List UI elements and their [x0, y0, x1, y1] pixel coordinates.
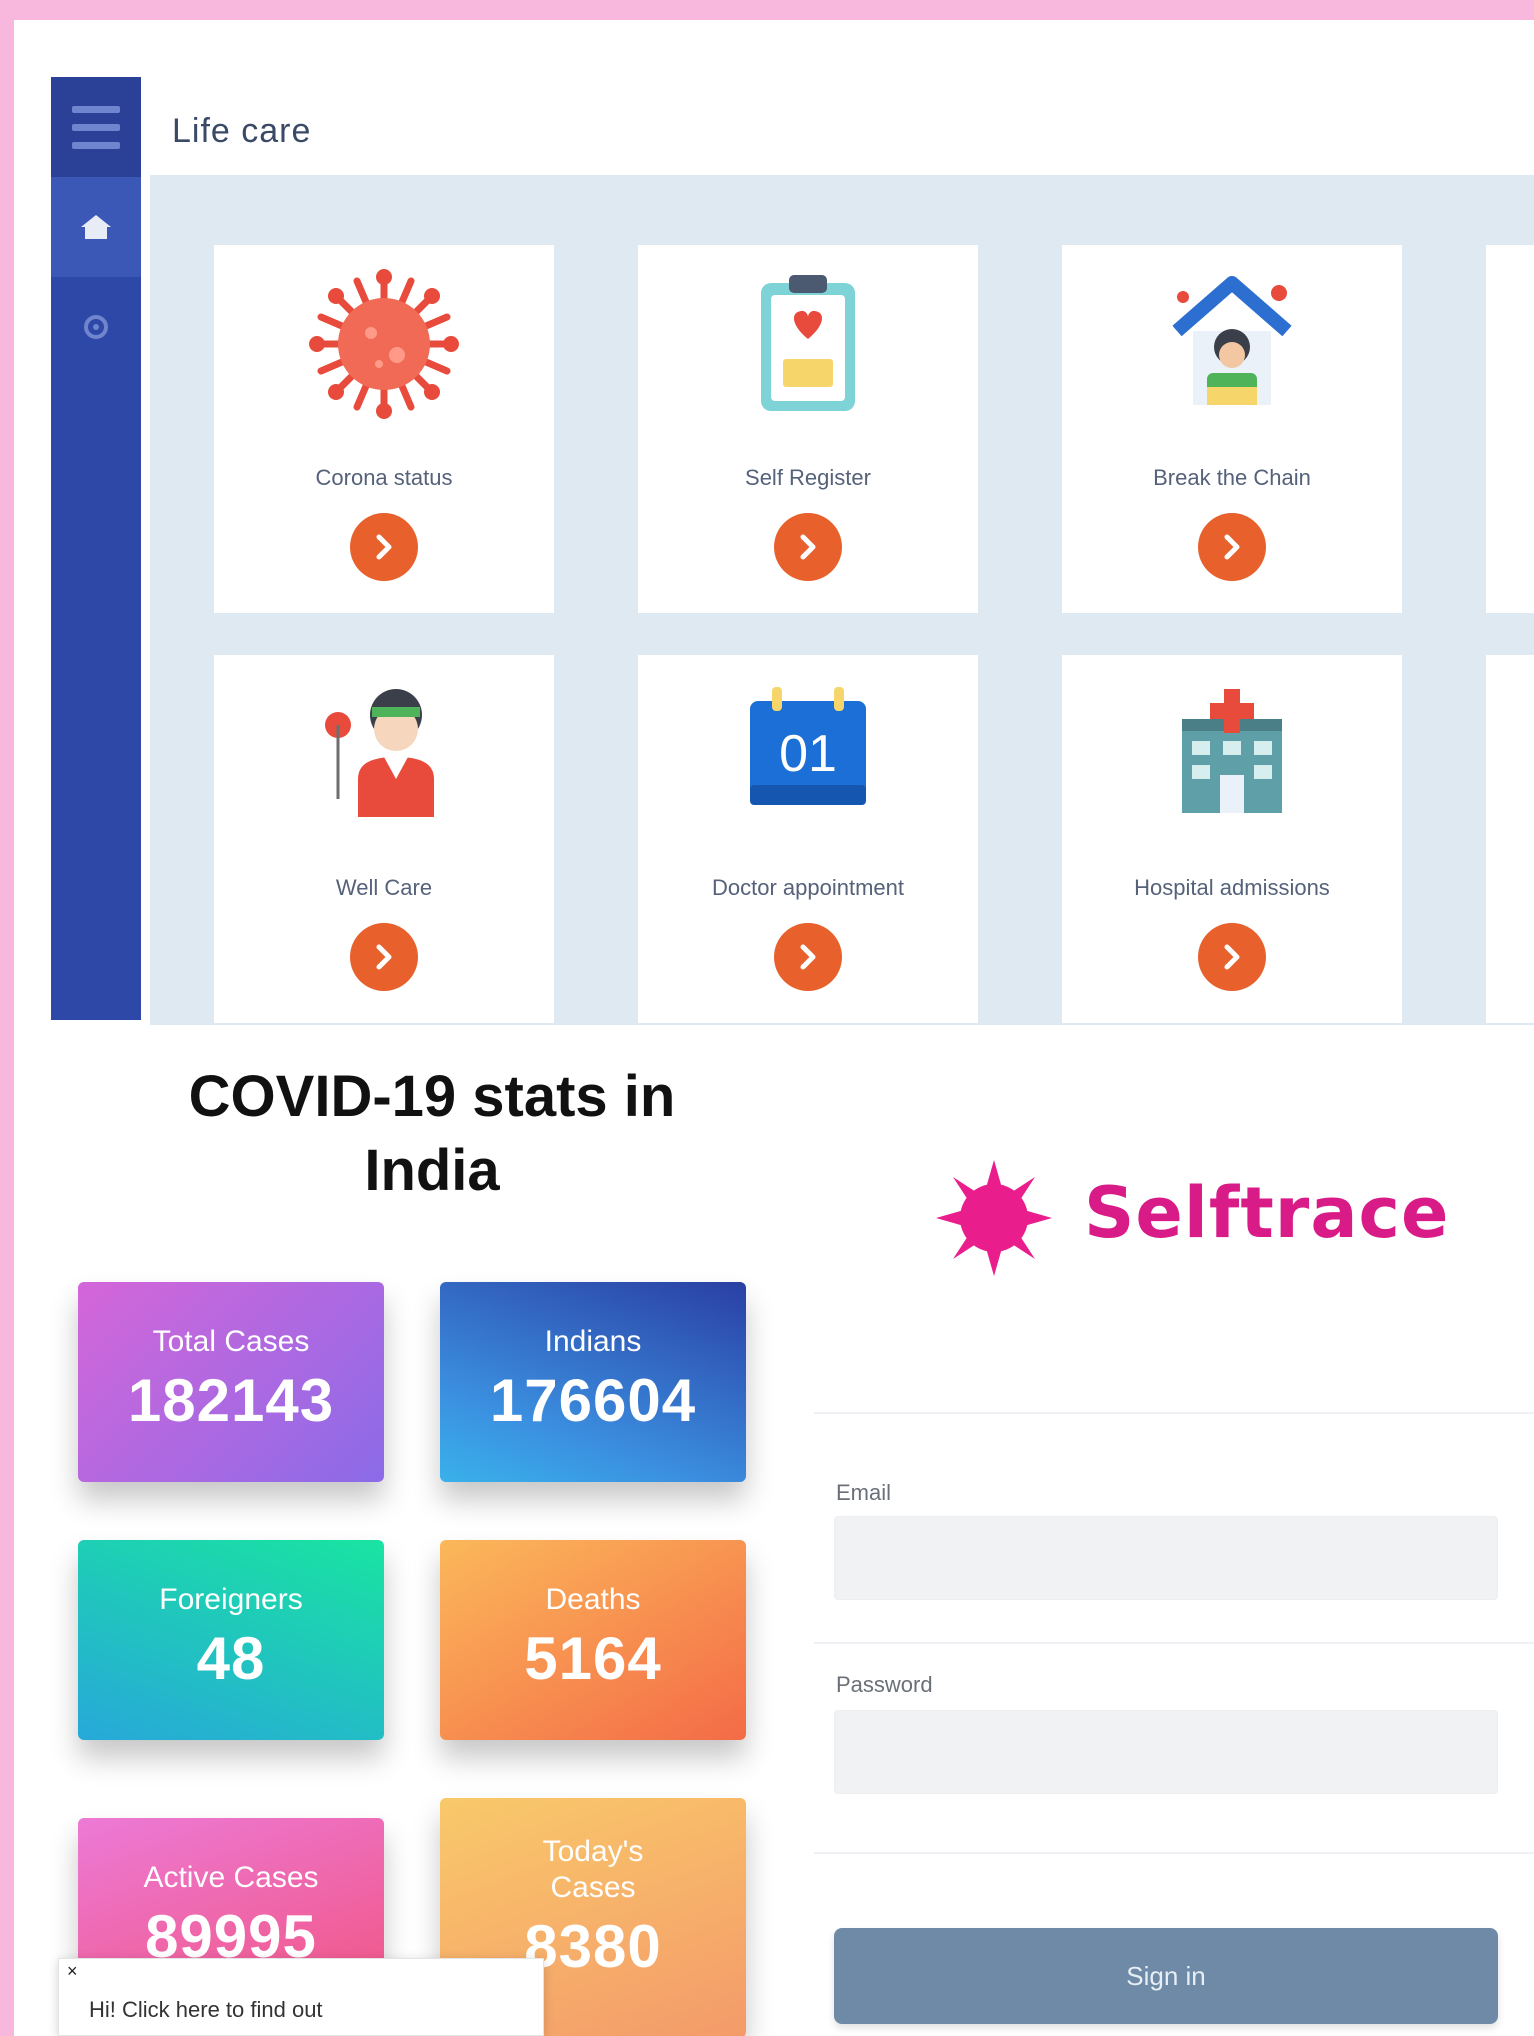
- stat-label: Total Cases: [152, 1325, 310, 1358]
- arrow-right-icon[interactable]: [350, 513, 418, 581]
- sidebar-item-home[interactable]: [51, 177, 141, 277]
- tile-partial-1[interactable]: [1486, 245, 1534, 613]
- stay-home-icon: [1172, 276, 1292, 405]
- virus-icon: [309, 269, 459, 419]
- stat-label: Active Cases: [143, 1861, 319, 1894]
- tile-corona-status[interactable]: Corona status: [214, 245, 554, 613]
- stat-value: 5164: [524, 1625, 662, 1692]
- arrow-right-icon[interactable]: [1198, 923, 1266, 991]
- home-icon: [81, 215, 111, 239]
- brand-name: Selftrace: [1084, 1172, 1450, 1254]
- calendar-icon: 01: [750, 687, 866, 805]
- stat-card-deaths: Deaths 5164: [440, 1540, 746, 1740]
- stat-value: 176604: [489, 1367, 697, 1434]
- tooltip-text: Hi! Click here to find out: [89, 1997, 323, 2022]
- email-label: Email: [836, 1480, 892, 1505]
- tile-label: Hospital admissions: [1134, 875, 1330, 900]
- sign-in-button[interactable]: Sign in: [834, 1928, 1498, 2024]
- stat-card-total-cases: Total Cases 182143: [78, 1282, 384, 1482]
- arrow-right-icon[interactable]: [774, 513, 842, 581]
- tile-hospital-admissions[interactable]: Hospital admissions: [1062, 655, 1402, 1023]
- close-icon[interactable]: ×: [67, 1961, 78, 1982]
- settings-icon: [84, 315, 108, 339]
- email-field[interactable]: [834, 1516, 1498, 1600]
- stat-value: 182143: [127, 1367, 335, 1434]
- stat-label: Indians: [544, 1325, 642, 1358]
- tile-label: Self Register: [745, 465, 871, 490]
- stats-title: COVID-19 stats in India: [188, 1064, 676, 1203]
- doctor-icon: [325, 689, 434, 817]
- sun-logo-icon: [936, 1160, 1052, 1276]
- tile-self-register[interactable]: Self Register: [638, 245, 978, 613]
- services-grid: Corona status Self Register Break the Ch…: [150, 175, 1534, 1025]
- help-tooltip[interactable]: × Hi! Click here to find out: [58, 1958, 544, 2036]
- hospital-icon: [1182, 689, 1282, 813]
- sidebar: [51, 77, 141, 1020]
- divider: [814, 1852, 1534, 1854]
- password-field[interactable]: [834, 1710, 1498, 1794]
- tile-label: Doctor appointment: [712, 875, 904, 900]
- stat-value: 48: [196, 1625, 266, 1692]
- calendar-day: 01: [779, 725, 837, 783]
- stat-card-foreigners: Foreigners 48: [78, 1540, 384, 1740]
- arrow-right-icon[interactable]: [774, 923, 842, 991]
- brand-logo: Selftrace: [934, 1158, 1494, 1278]
- stat-label: Deaths: [545, 1583, 641, 1616]
- tile-break-the-chain[interactable]: Break the Chain: [1062, 245, 1402, 613]
- clipboard-heart-icon: [761, 275, 855, 411]
- app-title: Life care: [172, 112, 312, 150]
- tile-label: Well Care: [335, 875, 433, 900]
- arrow-right-icon[interactable]: [350, 923, 418, 991]
- menu-icon[interactable]: [51, 77, 141, 177]
- tile-label: Break the Chain: [1153, 465, 1311, 490]
- tile-label: Corona status: [315, 465, 453, 490]
- arrow-right-icon[interactable]: [1198, 513, 1266, 581]
- screenshot-frame: Life care Corona status Self Register Br…: [14, 20, 1534, 2036]
- divider: [814, 1642, 1534, 1644]
- tile-well-care[interactable]: Well Care: [214, 655, 554, 1023]
- stat-label: Foreigners: [159, 1583, 303, 1616]
- divider: [814, 1412, 1534, 1414]
- password-label: Password: [836, 1672, 933, 1697]
- stat-label: Today's Cases: [542, 1835, 644, 1904]
- stat-card-indians: Indians 176604: [440, 1282, 746, 1482]
- tile-partial-2[interactable]: [1486, 655, 1534, 1023]
- sidebar-item-settings[interactable]: [51, 277, 141, 377]
- tile-doctor-appointment[interactable]: 01 Doctor appointment: [638, 655, 978, 1023]
